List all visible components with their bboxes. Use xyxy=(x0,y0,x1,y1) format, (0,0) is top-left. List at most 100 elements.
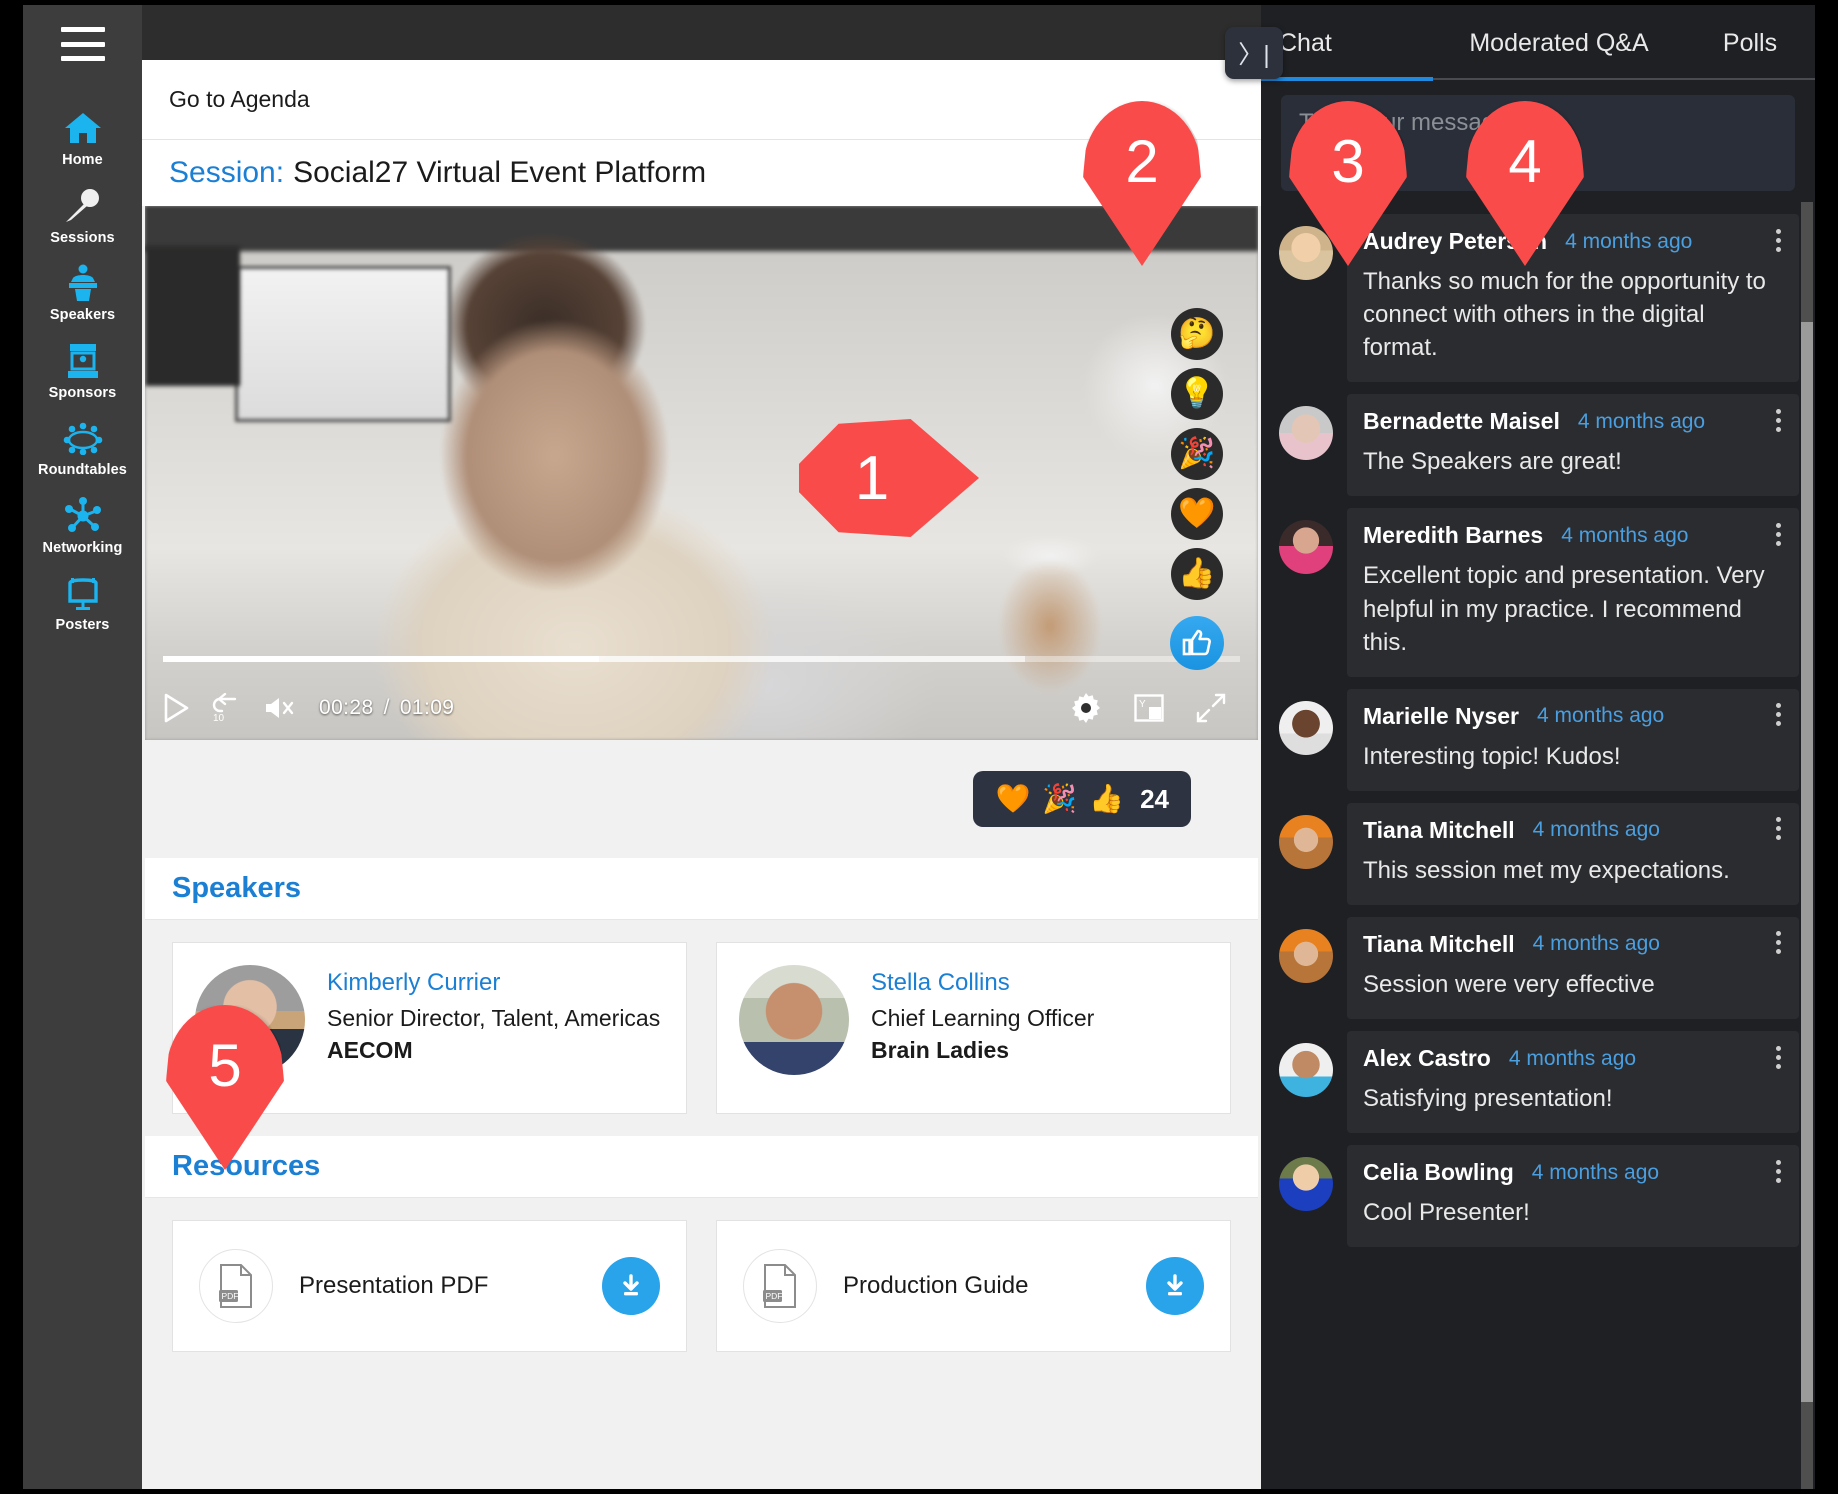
sidebar-item-label: Sponsors xyxy=(48,384,117,401)
chat-message-menu-icon[interactable] xyxy=(1767,406,1789,434)
sidebar-nav: Home Sessions Speakers Sponsors Roundtab… xyxy=(23,99,142,642)
reaction-count-badge[interactable]: 🧡 🎉 👍 24 xyxy=(973,771,1191,827)
thumbs-up-outline-icon[interactable] xyxy=(1170,616,1224,670)
chat-scrollbar[interactable] xyxy=(1801,202,1813,1489)
gear-icon[interactable] xyxy=(1070,692,1102,724)
sidebar-item-sessions[interactable]: Sessions xyxy=(23,177,142,255)
rewind-10-icon[interactable]: 10 xyxy=(211,693,241,723)
chat-timestamp: 4 months ago xyxy=(1531,1160,1660,1184)
chat-text: Interesting topic! Kudos! xyxy=(1363,742,1621,770)
orange-heart-icon[interactable]: 🧡 xyxy=(1171,488,1223,540)
page-title: Social27 Virtual Event Platform xyxy=(293,156,707,189)
hamburger-menu-icon[interactable] xyxy=(60,27,105,61)
chat-author: Tiana Mitchell xyxy=(1363,930,1515,957)
app-root: Home Sessions Speakers Sponsors Roundtab… xyxy=(0,0,1838,1494)
resource-item[interactable]: PDF Presentation PDF xyxy=(172,1220,687,1352)
thinking-face-icon[interactable]: 🤔 xyxy=(1171,308,1223,360)
sidebar-item-label: Roundtables xyxy=(38,462,127,478)
chat-message: Celia Bowling 4 months ago Cool Presente… xyxy=(1279,1145,1799,1248)
svg-text:PDF: PDF xyxy=(766,1291,783,1301)
avatar xyxy=(1279,700,1333,755)
chat-message: Meredith Barnes 4 months ago Excellent t… xyxy=(1279,508,1799,677)
reaction-count-value: 24 xyxy=(1140,783,1169,814)
reaction-buttons: 🤔 💡 🎉 🧡 👍 xyxy=(1170,308,1224,670)
download-icon[interactable] xyxy=(1146,1257,1204,1315)
chat-author: Alex Castro xyxy=(1363,1045,1491,1072)
party-popper-icon[interactable]: 🎉 xyxy=(1171,428,1223,480)
speaker-name[interactable]: Stella Collins xyxy=(871,969,1094,997)
agenda-bar: Go to Agenda xyxy=(142,60,1261,140)
avatar xyxy=(1279,406,1333,461)
sidebar-item-label: Networking xyxy=(42,539,123,556)
sidebar-item-speakers[interactable]: Speakers xyxy=(23,254,142,332)
speakers-heading: Speakers xyxy=(172,872,301,904)
chat-message-menu-icon[interactable] xyxy=(1767,226,1789,254)
video-player[interactable]: 🤔 💡 🎉 🧡 👍 10 00:28 / 01:09 Y xyxy=(145,206,1258,740)
reaction-summary-row: 🧡 🎉 👍 24 xyxy=(142,740,1261,858)
speaker-card[interactable]: Stella Collins Chief Learning Officer Br… xyxy=(716,942,1231,1114)
picture-in-picture-icon[interactable]: Y xyxy=(1134,694,1164,722)
tab-chat[interactable]: Chat xyxy=(1261,5,1433,81)
chat-scrollbar-thumb[interactable] xyxy=(1801,322,1813,1402)
chat-timestamp: 4 months ago xyxy=(1561,523,1689,547)
resource-name: Production Guide xyxy=(843,1272,1029,1299)
go-to-agenda-link[interactable]: Go to Agenda xyxy=(169,86,310,113)
chat-message-menu-icon[interactable] xyxy=(1767,1043,1789,1071)
speaker-title: Chief Learning Officer xyxy=(871,1005,1095,1031)
speakers-list: Kimberly Currier Senior Director, Talent… xyxy=(145,920,1258,1136)
chat-author: Marielle Nyser xyxy=(1363,702,1519,729)
collapse-panel-icon[interactable]: 〉| xyxy=(1225,27,1283,79)
volume-muted-icon[interactable] xyxy=(263,695,297,721)
chat-message-menu-icon[interactable] xyxy=(1767,701,1789,729)
chat-message-menu-icon[interactable] xyxy=(1767,929,1789,957)
sidebar-item-label: Speakers xyxy=(49,307,116,323)
play-icon[interactable] xyxy=(163,693,189,723)
sidebar-item-networking[interactable]: Networking xyxy=(23,487,142,565)
video-played xyxy=(163,656,600,662)
chat-message: Bernadette Maisel 4 months ago The Speak… xyxy=(1279,394,1799,497)
resource-name: Presentation PDF xyxy=(299,1272,489,1299)
resources-heading: Resources xyxy=(172,1150,321,1182)
avatar xyxy=(1279,814,1333,869)
pdf-file-icon: PDF xyxy=(743,1249,817,1323)
chat-text: The Speakers are great! xyxy=(1363,448,1622,476)
tab-polls[interactable]: Polls xyxy=(1685,5,1815,81)
chat-message-menu-icon[interactable] xyxy=(1767,815,1789,843)
microphone-icon xyxy=(61,186,105,226)
orange-heart-icon: 🧡 xyxy=(995,783,1031,814)
sidebar-item-label: Home xyxy=(62,152,103,168)
speaker-name[interactable]: Kimberly Currier xyxy=(327,969,660,997)
chat-timestamp: 4 months ago xyxy=(1508,1046,1637,1070)
video-total-time: 01:09 xyxy=(399,696,455,719)
lightbulb-icon[interactable]: 💡 xyxy=(1171,368,1223,420)
svg-text:10: 10 xyxy=(213,713,225,723)
chat-message-list[interactable]: Audrey Peterson 4 months ago Thanks so m… xyxy=(1261,202,1815,1489)
sidebar-item-home[interactable]: Home xyxy=(23,99,142,177)
party-popper-icon: 🎉 xyxy=(1042,783,1078,814)
thumbs-up-icon[interactable]: 👍 xyxy=(1171,548,1223,600)
tab-moderated-qa[interactable]: Moderated Q&A xyxy=(1433,5,1685,81)
speaker-org: Brain Ladies xyxy=(871,1036,1010,1063)
chat-message-menu-icon[interactable] xyxy=(1767,1157,1789,1185)
network-nodes-icon xyxy=(61,496,105,536)
chat-text: This session met my expectations. xyxy=(1363,856,1730,884)
chat-tabs: Chat Moderated Q&A Polls xyxy=(1261,5,1815,81)
fullscreen-icon[interactable] xyxy=(1196,693,1226,723)
avatar xyxy=(739,965,849,1075)
podium-speaker-icon xyxy=(61,263,105,303)
download-icon[interactable] xyxy=(602,1257,660,1315)
svg-text:Y: Y xyxy=(1139,699,1146,710)
tab-underline-inactive xyxy=(1433,78,1815,80)
sidebar-item-roundtables[interactable]: Roundtables xyxy=(23,409,142,487)
avatar xyxy=(1279,1157,1333,1212)
session-label: Session: xyxy=(169,156,285,189)
resource-item[interactable]: PDF Production Guide xyxy=(716,1220,1231,1352)
avatar xyxy=(1279,1043,1333,1098)
sidebar-item-sponsors[interactable]: Sponsors xyxy=(23,332,142,410)
video-progress-bar[interactable] xyxy=(163,656,1240,662)
chat-text: Cool Presenter! xyxy=(1363,1199,1530,1227)
main-content: Go to Agenda Session: Social27 Virtual E… xyxy=(142,60,1261,1489)
pdf-file-icon: PDF xyxy=(199,1249,273,1323)
sidebar-item-posters[interactable]: Posters xyxy=(23,564,142,642)
chat-message-menu-icon[interactable] xyxy=(1767,520,1789,548)
